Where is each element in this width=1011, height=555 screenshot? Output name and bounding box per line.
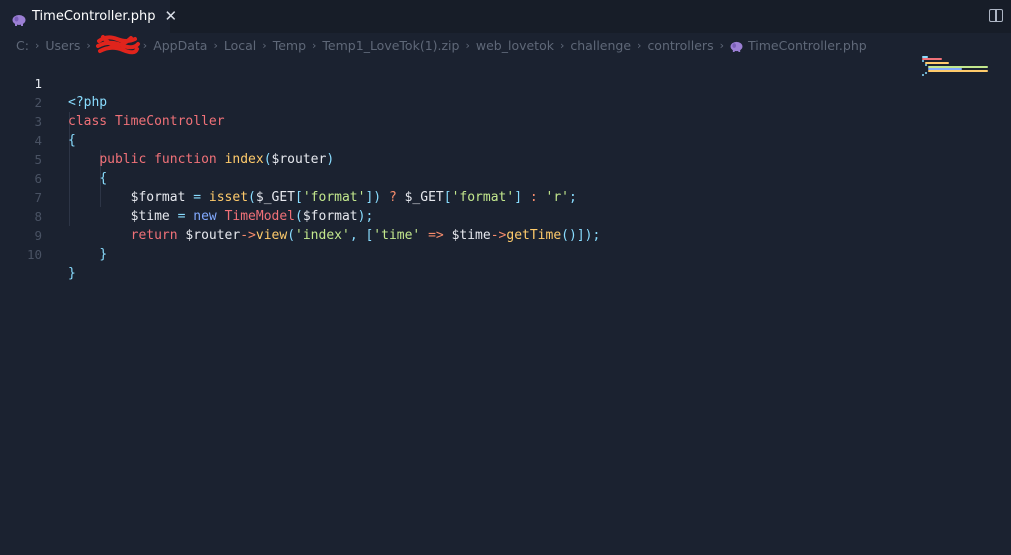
php-elephant-icon xyxy=(730,40,743,52)
code-token: } xyxy=(68,266,76,281)
breadcrumb-separator: › xyxy=(86,38,91,52)
php-elephant-icon xyxy=(12,11,26,26)
code-line: 7 $time = new TimeModel($format); xyxy=(0,169,900,224)
minimap-line xyxy=(922,74,924,76)
breadcrumb-item[interactable]: AppData xyxy=(153,38,207,53)
breadcrumb-separator: › xyxy=(34,38,40,52)
code-line: 2 class TimeController xyxy=(0,74,900,129)
breadcrumb-item[interactable]: controllers xyxy=(647,38,713,53)
minimap-line xyxy=(928,70,988,72)
minimap-line xyxy=(922,60,924,62)
minimap[interactable] xyxy=(920,55,992,77)
breadcrumb-separator: › xyxy=(262,38,267,52)
code-line: 3 { xyxy=(0,93,900,148)
breadcrumb-item[interactable]: Local xyxy=(224,38,256,53)
breadcrumb-item[interactable]: web_lovetok xyxy=(476,38,554,53)
breadcrumb-item[interactable]: Temp1_LoveTok(1).zip xyxy=(322,38,459,53)
tab-bar: TimeController.php ✕ xyxy=(0,0,1011,33)
split-editor-icon[interactable] xyxy=(989,9,1003,22)
code-line: 4 public function index($router) xyxy=(0,112,900,167)
minimap-line xyxy=(925,62,949,64)
breadcrumb-file-label: TimeController.php xyxy=(748,37,867,53)
code-line: 6 $format = isset($_GET['format']) ? $_G… xyxy=(0,150,900,205)
code-line: 10 } xyxy=(0,226,900,281)
minimap-line xyxy=(922,58,942,60)
breadcrumb: C: › Users › › AppData › Local › Temp › … xyxy=(16,35,867,55)
tab-label: TimeController.php xyxy=(32,9,156,24)
code-line: 1 <?php xyxy=(0,55,900,110)
breadcrumb-separator: › xyxy=(559,38,565,52)
breadcrumb-separator: › xyxy=(637,38,642,52)
breadcrumb-item[interactable]: Users xyxy=(45,38,80,53)
breadcrumb-item[interactable]: C: xyxy=(16,38,29,53)
tab-timecontroller[interactable]: TimeController.php ✕ xyxy=(0,0,177,33)
breadcrumb-item[interactable]: challenge xyxy=(570,38,631,53)
breadcrumb-separator: › xyxy=(213,38,218,52)
code-line: 8 return $router->view('index', ['time' … xyxy=(0,188,900,243)
minimap-line xyxy=(925,64,927,66)
breadcrumb-item[interactable]: Temp xyxy=(273,38,306,53)
minimap-line xyxy=(925,72,927,74)
breadcrumb-separator: › xyxy=(312,38,317,52)
code-line: 9 } xyxy=(0,207,900,262)
code-editor[interactable]: 1 <?php 2 class TimeController 3 { 4 pub… xyxy=(0,55,1011,555)
redaction-scribble xyxy=(95,35,140,55)
breadcrumb-separator: › xyxy=(719,38,724,52)
breadcrumb-separator: › xyxy=(142,38,148,52)
code-line: 5 { xyxy=(0,131,900,186)
close-icon[interactable]: ✕ xyxy=(164,9,177,24)
code-token: } xyxy=(99,247,108,262)
breadcrumb-separator: › xyxy=(465,38,470,52)
breadcrumb-file[interactable]: TimeController.php xyxy=(730,38,867,53)
line-number: 10 xyxy=(26,247,42,262)
